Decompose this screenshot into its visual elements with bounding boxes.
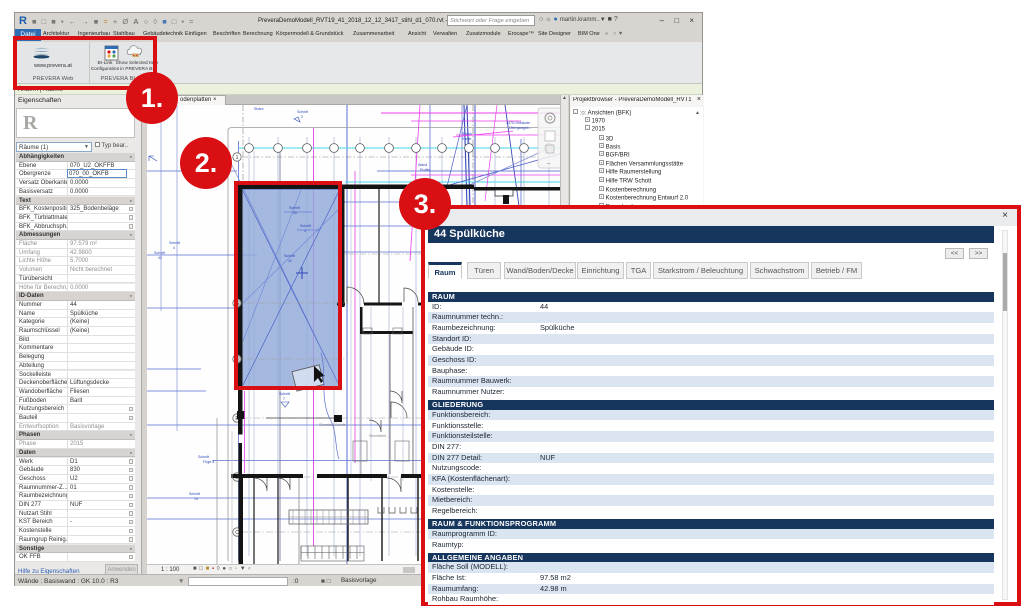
svg-text:1470-Gebäude: 1470-Gebäude xyxy=(506,121,530,125)
svg-text:Schnitt: Schnitt xyxy=(279,392,290,396)
svg-text:14: 14 xyxy=(194,497,198,501)
svg-text:Profile: Profile xyxy=(420,168,430,172)
svg-text:Schnitt: Schnitt xyxy=(297,110,308,114)
svg-text:Füge-4: Füge-4 xyxy=(203,460,214,464)
svg-text:7: 7 xyxy=(283,397,285,401)
svg-text:Bösch: Bösch xyxy=(462,132,472,136)
svg-text:Schnitt: Schnitt xyxy=(154,251,165,255)
svg-text:Stimmbild-Schnitt: Stimmbild-Schnitt xyxy=(319,423,345,427)
svg-text:Kante: Kante xyxy=(462,137,471,141)
svg-text:4: 4 xyxy=(173,246,175,250)
svg-text:1: 1 xyxy=(236,155,239,161)
svg-text:Share: Share xyxy=(254,107,264,111)
svg-text:42: 42 xyxy=(158,256,162,260)
svg-text:Schnitt: Schnitt xyxy=(189,492,200,496)
svg-text:Schnitt: Schnitt xyxy=(198,455,209,459)
svg-text:2: 2 xyxy=(301,115,303,119)
svg-text:Stimmbildtr...: Stimmbildtr... xyxy=(369,434,389,438)
svg-text:Schnitt: Schnitt xyxy=(169,241,180,245)
svg-text:Wand: Wand xyxy=(418,163,427,167)
svg-text:Übergangsb...: Übergangsb... xyxy=(509,126,532,130)
